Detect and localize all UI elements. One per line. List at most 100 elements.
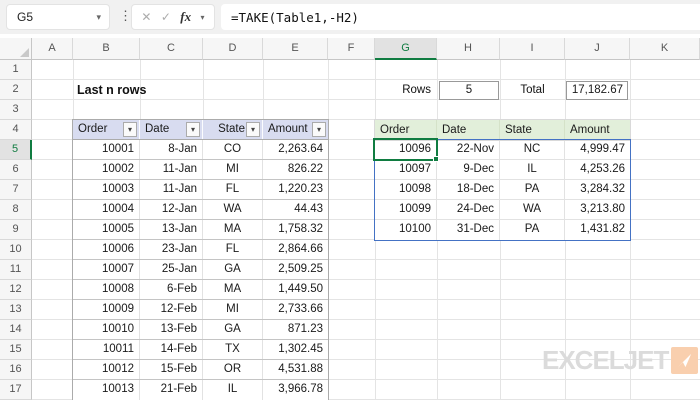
chevron-down-icon[interactable]: ▾ xyxy=(201,13,205,22)
result-header-state[interactable]: State xyxy=(500,120,565,140)
table-cell[interactable]: MA xyxy=(203,280,263,299)
row-header-8[interactable]: 8 xyxy=(0,200,32,220)
name-box[interactable]: G5 ▾ xyxy=(6,4,110,30)
row-header-12[interactable]: 12 xyxy=(0,280,32,300)
table-cell[interactable]: 2,509.25 xyxy=(263,260,328,279)
column-header-D[interactable]: D xyxy=(203,38,263,60)
total-label[interactable]: Total xyxy=(500,80,565,100)
column-header-B[interactable]: B xyxy=(73,38,140,60)
table-cell[interactable]: 10098 xyxy=(375,180,437,199)
table-cell[interactable]: 1,431.82 xyxy=(565,220,630,240)
table-cell[interactable]: 11-Jan xyxy=(140,180,203,199)
table-cell[interactable]: 12-Feb xyxy=(140,300,203,319)
table-cell[interactable]: 21-Feb xyxy=(140,380,203,400)
table-cell[interactable]: 1,449.50 xyxy=(263,280,328,299)
table-cell[interactable]: 6-Feb xyxy=(140,280,203,299)
table-cell[interactable]: 24-Dec xyxy=(437,200,500,219)
row-header-11[interactable]: 11 xyxy=(0,260,32,280)
row-header-5[interactable]: 5 xyxy=(0,140,32,160)
table-cell[interactable]: 10005 xyxy=(73,220,140,239)
table-cell[interactable]: 11-Jan xyxy=(140,160,203,179)
table-cell[interactable]: 18-Dec xyxy=(437,180,500,199)
table-cell[interactable]: 25-Jan xyxy=(140,260,203,279)
filter-dropdown-icon[interactable]: ▾ xyxy=(312,122,326,137)
column-header-J[interactable]: J xyxy=(565,38,630,60)
table-cell[interactable]: PA xyxy=(500,220,565,240)
table-cell[interactable]: MI xyxy=(203,300,263,319)
table-cell[interactable]: GA xyxy=(203,260,263,279)
table-cell[interactable]: 13-Feb xyxy=(140,320,203,339)
table-cell[interactable]: 10008 xyxy=(73,280,140,299)
table-cell[interactable]: 10096 xyxy=(375,140,437,159)
filter-dropdown-icon[interactable]: ▾ xyxy=(123,122,137,137)
result-header-amount[interactable]: Amount xyxy=(565,120,630,140)
table-cell[interactable]: 4,999.47 xyxy=(565,140,630,159)
row-header-16[interactable]: 16 xyxy=(0,360,32,380)
table-cell[interactable]: 44.43 xyxy=(263,200,328,219)
table-cell[interactable]: 826.22 xyxy=(263,160,328,179)
insert-function-icon[interactable]: fx xyxy=(180,9,191,25)
table-cell[interactable]: 8-Jan xyxy=(140,140,203,159)
table-cell[interactable]: 2,733.66 xyxy=(263,300,328,319)
chevron-down-icon[interactable]: ▾ xyxy=(96,12,109,23)
table-cell[interactable]: OR xyxy=(203,360,263,379)
table-cell[interactable]: 10010 xyxy=(73,320,140,339)
result-header-date[interactable]: Date xyxy=(437,120,500,140)
table-cell[interactable]: 3,213.80 xyxy=(565,200,630,219)
table-cell[interactable]: 871.23 xyxy=(263,320,328,339)
table-cell[interactable]: 13-Jan xyxy=(140,220,203,239)
table-cell[interactable]: PA xyxy=(500,180,565,199)
row-header-17[interactable]: 17 xyxy=(0,380,32,400)
row-header-6[interactable]: 6 xyxy=(0,160,32,180)
table-cell[interactable]: MI xyxy=(203,160,263,179)
column-header-I[interactable]: I xyxy=(500,38,565,60)
total-value-cell[interactable]: 17,182.67 xyxy=(566,81,628,100)
table-cell[interactable]: 31-Dec xyxy=(437,220,500,240)
table-cell[interactable]: 4,531.88 xyxy=(263,360,328,379)
table-cell[interactable]: 10011 xyxy=(73,340,140,359)
table-cell[interactable]: IL xyxy=(203,380,263,400)
table-cell[interactable]: NC xyxy=(500,140,565,159)
table-cell[interactable]: 1,758.32 xyxy=(263,220,328,239)
table-cell[interactable]: CO xyxy=(203,140,263,159)
column-header-K[interactable]: K xyxy=(630,38,700,60)
table-cell[interactable]: 2,263.64 xyxy=(263,140,328,159)
rows-label[interactable]: Rows xyxy=(375,80,431,100)
table-cell[interactable]: MA xyxy=(203,220,263,239)
table-cell[interactable]: 10004 xyxy=(73,200,140,219)
table-cell[interactable]: 23-Jan xyxy=(140,240,203,259)
table-cell[interactable]: WA xyxy=(500,200,565,219)
table-cell[interactable]: 2,864.66 xyxy=(263,240,328,259)
table-cell[interactable]: 1,302.45 xyxy=(263,340,328,359)
table-cell[interactable]: 10013 xyxy=(73,380,140,400)
column-header-A[interactable]: A xyxy=(32,38,73,60)
row-header-14[interactable]: 14 xyxy=(0,320,32,340)
row-header-10[interactable]: 10 xyxy=(0,240,32,260)
column-header-F[interactable]: F xyxy=(328,38,375,60)
row-header-4[interactable]: 4 xyxy=(0,120,32,140)
table-cell[interactable]: TX xyxy=(203,340,263,359)
table-cell[interactable]: 3,284.32 xyxy=(565,180,630,199)
table-cell[interactable]: FL xyxy=(203,180,263,199)
table-cell[interactable]: 10099 xyxy=(375,200,437,219)
table-cell[interactable]: 12-Jan xyxy=(140,200,203,219)
table-cell[interactable]: 14-Feb xyxy=(140,340,203,359)
column-header-G[interactable]: G xyxy=(375,38,437,60)
row-header-3[interactable]: 3 xyxy=(0,100,32,120)
sheet-title[interactable]: Last n rows xyxy=(77,80,277,100)
rows-value-cell[interactable]: 5 xyxy=(439,81,499,100)
filter-dropdown-icon[interactable]: ▾ xyxy=(186,122,200,137)
table-cell[interactable]: IL xyxy=(500,160,565,179)
table-cell[interactable]: 10009 xyxy=(73,300,140,319)
table-cell[interactable]: 22-Nov xyxy=(437,140,500,159)
table-cell[interactable]: 10007 xyxy=(73,260,140,279)
select-all-corner[interactable] xyxy=(0,38,32,60)
table-cell[interactable]: WA xyxy=(203,200,263,219)
table-cell[interactable]: 10006 xyxy=(73,240,140,259)
table-cell[interactable]: 1,220.23 xyxy=(263,180,328,199)
table-cell[interactable]: 9-Dec xyxy=(437,160,500,179)
result-header-order[interactable]: Order xyxy=(375,120,437,140)
table-cell[interactable]: 10012 xyxy=(73,360,140,379)
table-cell[interactable]: 10097 xyxy=(375,160,437,179)
table-cell[interactable]: 10002 xyxy=(73,160,140,179)
